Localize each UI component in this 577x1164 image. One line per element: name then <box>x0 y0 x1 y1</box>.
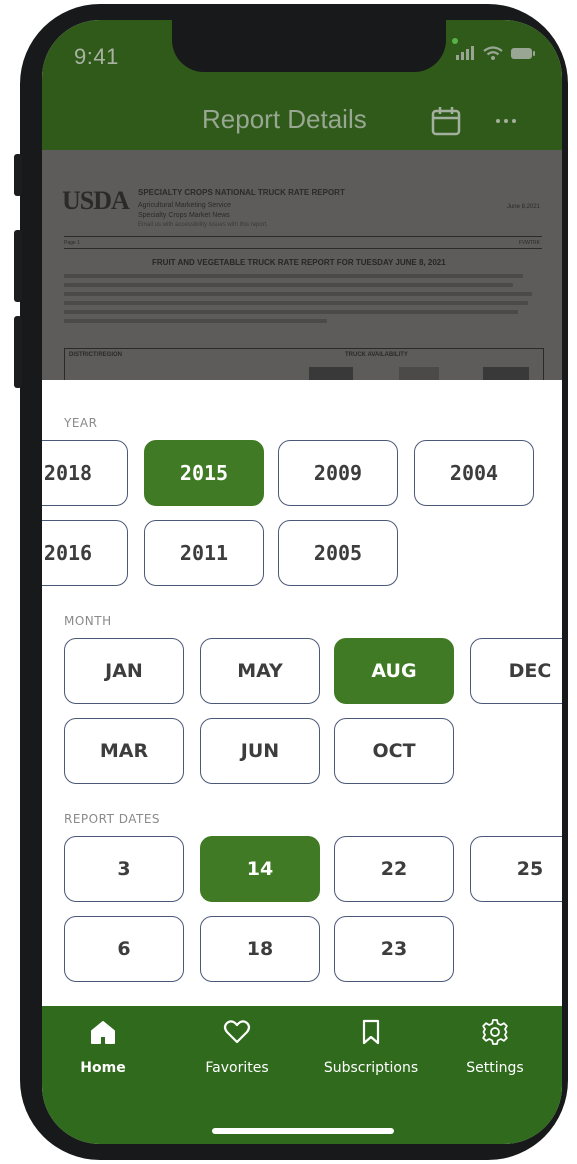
date-chip-18[interactable]: 18 <box>200 916 320 982</box>
date-chip-22[interactable]: 22 <box>334 836 454 902</box>
month-chip-aug[interactable]: AUG <box>334 638 454 704</box>
date-chip-14[interactable]: 14 <box>200 836 320 902</box>
phone-side-button <box>14 154 22 196</box>
table-header-region: DISTRICT/REGION <box>69 352 123 358</box>
bookmark-icon <box>362 1019 380 1045</box>
tab-home-label: Home <box>80 1060 126 1076</box>
filter-sheet: YEAR 2018 2015 2009 2004 2016 2011 2005 … <box>42 380 562 1006</box>
report-heading: SPECIALTY CROPS NATIONAL TRUCK RATE REPO… <box>138 188 345 197</box>
year-section-label: YEAR <box>64 416 98 430</box>
report-page-number: Page 1 <box>64 240 80 246</box>
camera-dot <box>452 38 458 44</box>
gear-icon <box>482 1019 508 1045</box>
report-code: FVWTRK <box>518 240 540 246</box>
tab-favorites-label: Favorites <box>205 1060 269 1076</box>
month-chip-may[interactable]: MAY <box>200 638 320 704</box>
tab-settings[interactable]: Settings <box>440 1018 550 1098</box>
app-screen: 9:41 Report Details USDA SPECIALTY CROPS… <box>42 20 562 1144</box>
report-page: USDA SPECIALTY CROPS NATIONAL TRUCK RATE… <box>52 150 552 380</box>
phone-frame: 9:41 Report Details USDA SPECIALTY CROPS… <box>14 4 568 1160</box>
report-paragraph <box>64 274 542 328</box>
phone-volume-up <box>14 230 22 302</box>
date-chip-25[interactable]: 25 <box>470 836 562 902</box>
date-chip-6[interactable]: 6 <box>64 916 184 982</box>
status-icons <box>456 46 536 60</box>
year-chip-2009[interactable]: 2009 <box>278 440 398 506</box>
month-chip-jan[interactable]: JAN <box>64 638 184 704</box>
phone-volume-down <box>14 316 22 388</box>
report-preview: USDA SPECIALTY CROPS NATIONAL TRUCK RATE… <box>42 150 562 380</box>
usda-logo: USDA <box>62 186 130 215</box>
date-chip-23[interactable]: 23 <box>334 916 454 982</box>
year-chip-2005[interactable]: 2005 <box>278 520 398 586</box>
divider <box>64 236 542 237</box>
report-agency: Agricultural Marketing Service <box>138 202 231 209</box>
report-date: June 8,2021 <box>506 204 540 210</box>
report-title: FRUIT AND VEGETABLE TRUCK RATE REPORT FO… <box>152 258 446 267</box>
year-chip-2016[interactable]: 2016 <box>42 520 128 586</box>
month-chip-mar[interactable]: MAR <box>64 718 184 784</box>
battery-icon <box>511 47 535 59</box>
table-header-availability: TRUCK AVAILABILITY <box>345 352 408 358</box>
tab-home[interactable]: Home <box>48 1018 158 1098</box>
home-indicator <box>212 1128 394 1134</box>
tab-settings-label: Settings <box>466 1060 524 1076</box>
notch <box>172 20 446 72</box>
table-cell <box>483 367 529 380</box>
table-cell <box>309 367 353 380</box>
divider <box>64 248 542 249</box>
year-chip-2011[interactable]: 2011 <box>144 520 264 586</box>
month-chip-dec[interactable]: DEC <box>470 638 562 704</box>
signal-icon <box>456 46 474 60</box>
wifi-icon <box>483 46 503 60</box>
month-chip-jun[interactable]: JUN <box>200 718 320 784</box>
status-time: 9:41 <box>74 44 119 69</box>
month-section-label: MONTH <box>64 614 112 628</box>
table-cell <box>399 367 439 380</box>
more-dot <box>496 119 500 123</box>
year-chip-2018[interactable]: 2018 <box>42 440 128 506</box>
year-chip-2004[interactable]: 2004 <box>414 440 534 506</box>
more-dot <box>504 119 508 123</box>
heart-icon <box>223 1020 251 1044</box>
calendar-icon <box>431 107 461 136</box>
header-bar: 9:41 Report Details <box>42 20 562 150</box>
month-chip-oct[interactable]: OCT <box>334 718 454 784</box>
date-chip-3[interactable]: 3 <box>64 836 184 902</box>
bottom-tab-bar: Home Favorites Subscriptions Settings <box>42 1006 562 1144</box>
tab-subscriptions-label: Subscriptions <box>323 1060 419 1076</box>
year-chip-2015[interactable]: 2015 <box>144 440 264 506</box>
report-accessibility-note: Email us with accessibility issues with … <box>138 222 269 228</box>
report-dates-section-label: REPORT DATES <box>64 812 161 826</box>
more-options-button[interactable] <box>496 116 524 126</box>
calendar-button[interactable] <box>430 106 462 136</box>
home-icon <box>91 1021 115 1044</box>
tab-favorites[interactable]: Favorites <box>182 1018 292 1098</box>
tab-subscriptions[interactable]: Subscriptions <box>316 1018 426 1098</box>
report-division: Specialty Crops Market News <box>138 212 230 219</box>
more-dot <box>512 119 516 123</box>
report-table: DISTRICT/REGION TRUCK AVAILABILITY <box>64 348 544 380</box>
page-title: Report Details <box>202 104 367 134</box>
